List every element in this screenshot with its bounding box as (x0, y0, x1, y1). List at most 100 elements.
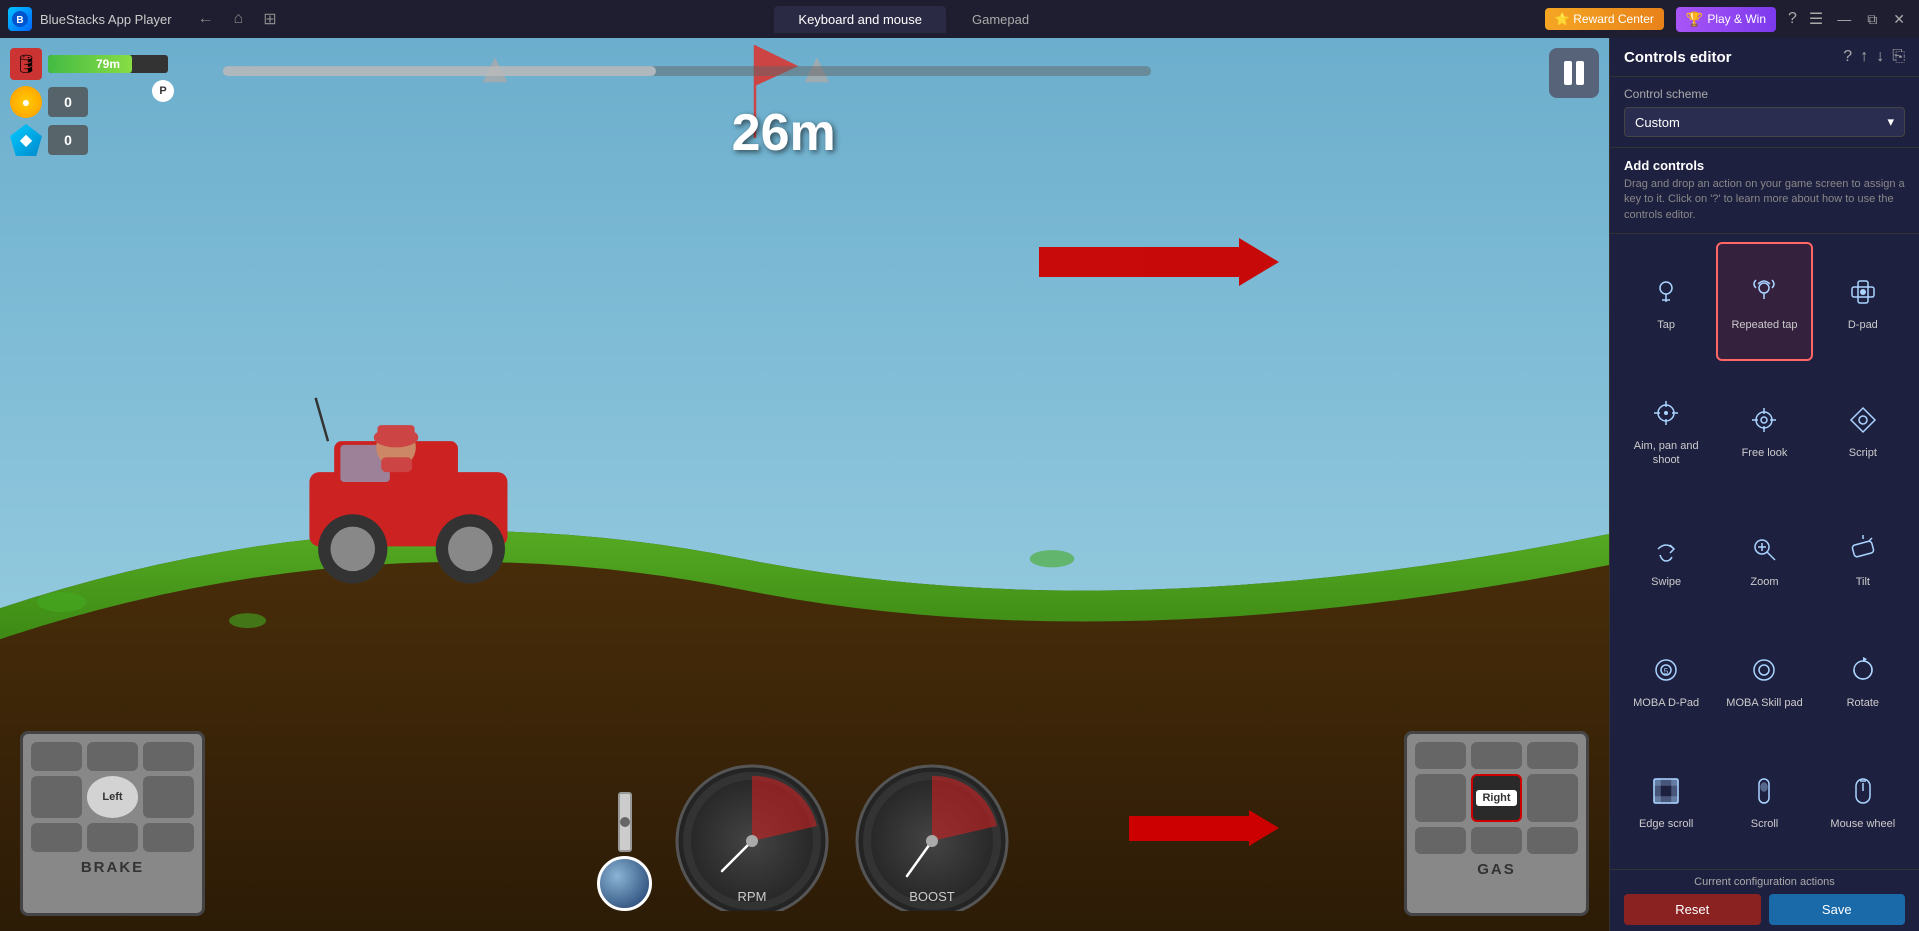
nav-tab-button[interactable]: ⊞ (257, 7, 282, 31)
add-controls-section: Add controls Drag and drop an action on … (1610, 148, 1919, 234)
tab-keyboard-mouse[interactable]: Keyboard and mouse (774, 6, 946, 33)
scheme-label: Control scheme (1624, 87, 1905, 101)
aim-pan-shoot-icon (1646, 393, 1686, 433)
d-pad-label: D-pad (1848, 318, 1878, 332)
boost-gauge: BOOST (852, 761, 1012, 911)
controls-editor: Controls editor ? ↑ ↓ ⎘ Control scheme C… (1609, 38, 1919, 931)
control-scheme-section: Control scheme Custom ▾ (1610, 77, 1919, 148)
panel-hole (1527, 774, 1578, 821)
scheme-dropdown[interactable]: Custom ▾ (1624, 107, 1905, 137)
panel-hole (143, 742, 194, 771)
panel-hole (31, 776, 82, 817)
window-close-button[interactable]: ✕ (1887, 9, 1911, 30)
controls-grid: Tap Repeated tap D-pad Aim, pan and shoot Fr… (1610, 234, 1919, 869)
control-item-moba-dpad[interactable]: 5 MOBA D-Pad (1618, 620, 1714, 739)
control-item-swipe[interactable]: Swipe (1618, 499, 1714, 618)
panel-hole (87, 742, 138, 771)
panel-hole (1527, 742, 1578, 769)
save-button[interactable]: Save (1769, 894, 1906, 925)
editor-help-button[interactable]: ? (1843, 48, 1852, 66)
red-arrow-gas (1129, 810, 1279, 846)
panel-hole (87, 823, 138, 852)
right-actions: ⭐ Reward Center 🏆Play & Win ? ☰ (1545, 7, 1823, 32)
reset-button[interactable]: Reset (1624, 894, 1761, 925)
control-item-mouse-wheel[interactable]: Mouse wheel (1815, 742, 1911, 861)
control-item-tilt[interactable]: Tilt (1815, 499, 1911, 618)
p-badge: P (152, 80, 174, 102)
distance-display: 26m (732, 103, 836, 163)
add-controls-title: Add controls (1624, 158, 1905, 173)
editor-export-button[interactable]: ↑ (1860, 48, 1868, 66)
panel-hole (1415, 774, 1466, 821)
gas-label: GAS (1415, 859, 1578, 905)
nav-back-button[interactable]: ← (192, 8, 220, 30)
config-actions-label: Current configuration actions (1624, 876, 1905, 888)
repeated-tap-label: Repeated tap (1731, 318, 1797, 332)
panel-hole (31, 742, 82, 771)
panel-hole (143, 776, 194, 817)
help-button[interactable]: ? (1788, 10, 1797, 28)
panel-hole (1415, 827, 1466, 854)
swipe-icon (1646, 529, 1686, 569)
svg-text:5: 5 (1664, 667, 1669, 676)
tilt-label: Tilt (1856, 575, 1870, 589)
fuel-text: 79m (96, 57, 120, 71)
play-win-button[interactable]: 🏆Play & Win (1676, 7, 1776, 32)
brake-label: BRAKE (31, 857, 194, 905)
control-item-free-look[interactable]: Free look (1716, 363, 1812, 497)
tab-gamepad[interactable]: Gamepad (948, 6, 1053, 33)
editor-header: Controls editor ? ↑ ↓ ⎘ (1610, 38, 1919, 77)
nav-home-button[interactable]: ⌂ (228, 8, 250, 30)
aim-pan-shoot-label: Aim, pan and shoot (1626, 439, 1706, 468)
fuel-icon: 🛢 (10, 48, 42, 80)
window-minimize-button[interactable]: — (1831, 9, 1857, 30)
reward-center-button[interactable]: ⭐ Reward Center (1545, 8, 1664, 30)
pause-button[interactable] (1549, 48, 1599, 98)
moba-skill-label: MOBA Skill pad (1726, 696, 1802, 710)
svg-text:BOOST: BOOST (909, 889, 955, 904)
main-content: 🛢 79m ● 0 P ◆ 0 26m (0, 38, 1919, 931)
window-restore-button[interactable]: ⧉ (1861, 9, 1883, 30)
control-item-tap[interactable]: Tap (1618, 242, 1714, 361)
gas-right-key[interactable]: Right (1471, 774, 1522, 821)
action-buttons: Reset Save (1624, 894, 1905, 925)
brake-center-button[interactable]: Left (87, 776, 138, 817)
repeated-tap-icon (1744, 272, 1784, 312)
scroll-icon (1744, 771, 1784, 811)
panel-hole (1471, 742, 1522, 769)
editor-import-button[interactable]: ↓ (1876, 48, 1884, 66)
editor-header-icons: ? ↑ ↓ ⎘ (1843, 48, 1905, 66)
control-item-scroll[interactable]: Scroll (1716, 742, 1812, 861)
rotate-icon (1843, 650, 1883, 690)
dashboard: Left BRAKE (0, 701, 1609, 931)
panel-hole (31, 823, 82, 852)
panel-hole (1471, 827, 1522, 854)
panel-hole (143, 823, 194, 852)
rpm-gauge: RPM (672, 761, 832, 911)
mouse-wheel-icon (1843, 771, 1883, 811)
control-item-edge-scroll[interactable]: Edge scroll (1618, 742, 1714, 861)
rotate-label: Rotate (1847, 696, 1879, 710)
menu-button[interactable]: ☰ (1809, 9, 1823, 29)
control-item-repeated-tap[interactable]: Repeated tap (1716, 242, 1812, 361)
tap-label: Tap (1657, 318, 1675, 332)
panel-hole (1527, 827, 1578, 854)
zoom-icon (1744, 529, 1784, 569)
control-item-script[interactable]: Script (1815, 363, 1911, 497)
mouse-wheel-label: Mouse wheel (1830, 817, 1895, 831)
app-name: BlueStacks App Player (40, 12, 172, 27)
control-item-rotate[interactable]: Rotate (1815, 620, 1911, 739)
control-item-moba-skill[interactable]: MOBA Skill pad (1716, 620, 1812, 739)
editor-copy-button[interactable]: ⎘ (1892, 48, 1905, 66)
gas-panel: Right GAS (1404, 731, 1589, 916)
swipe-label: Swipe (1651, 575, 1681, 589)
moba-dpad-label: MOBA D-Pad (1633, 696, 1699, 710)
tab-bar: Keyboard and mouse Gamepad (291, 6, 1537, 33)
gem-hud-item: ◆ 0 (10, 124, 168, 156)
window-controls: — ⧉ ✕ (1831, 9, 1911, 30)
free-look-icon (1744, 400, 1784, 440)
control-item-zoom[interactable]: Zoom (1716, 499, 1812, 618)
control-item-aim-pan-shoot[interactable]: Aim, pan and shoot (1618, 363, 1714, 497)
coin-hud-item: ● 0 P (10, 86, 168, 118)
control-item-d-pad[interactable]: D-pad (1815, 242, 1911, 361)
